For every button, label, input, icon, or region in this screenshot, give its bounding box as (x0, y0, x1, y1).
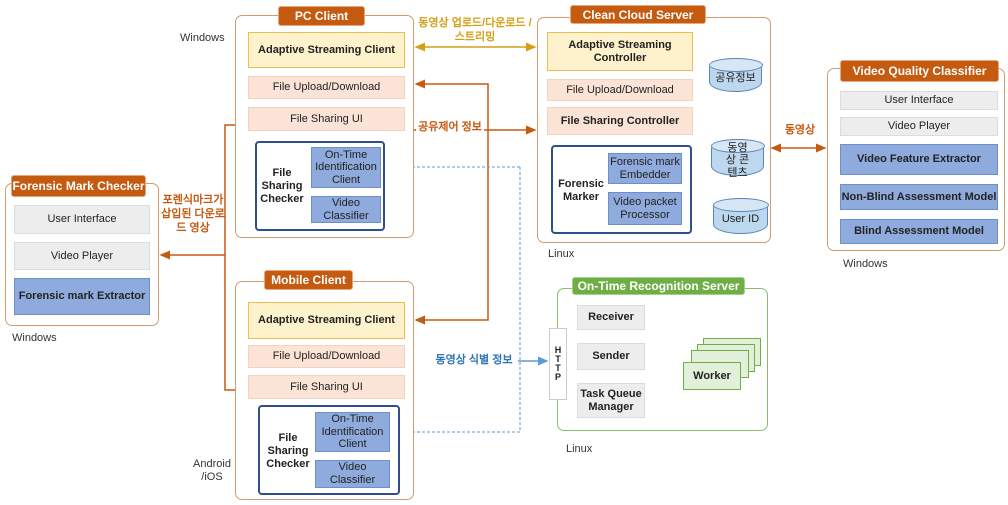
db-share-label: 공유정보 (715, 71, 756, 84)
sender: Sender (577, 343, 645, 370)
cloud-asc: Adaptive Streaming Controller (547, 32, 693, 71)
pc-vc: Video Classifier (311, 196, 381, 223)
mobile-vc: Video Classifier (315, 460, 390, 488)
vqc-title: Video Quality Classifier (840, 60, 999, 82)
fmc-title: Forensic Mark Checker (11, 175, 146, 197)
video-packet-processor: Video packet Processor (608, 192, 682, 225)
vqc-non-blind: Non-Blind Assessment Model (840, 184, 998, 210)
mobile-client-title: Mobile Client (264, 270, 353, 290)
streaming-label: 동영상 업로드/다운로드 /스트리밍 (418, 17, 532, 43)
vqc-ui: User Interface (840, 91, 998, 110)
receiver: Receiver (577, 305, 645, 330)
fmc-player: Video Player (14, 242, 150, 270)
fm-embedder: Forensic mark Embedder (608, 153, 682, 184)
video-id-label: 동영상 식별 정보 (435, 354, 513, 366)
cloud-fsc: File Sharing Controller (547, 107, 693, 135)
vqc-blind: Blind Assessment Model (840, 219, 998, 244)
mobile-os: Android /iOS (193, 458, 231, 484)
forensic-video-label: 포렌식마크가 삽입된 다운로드 영상 (161, 194, 225, 234)
vqc-feature-extractor: Video Feature Extractor (840, 144, 998, 175)
pc-fsui: File Sharing UI (248, 107, 405, 131)
db-video-label: 동영상 콘텐츠 (725, 141, 750, 179)
fm-label: Forensic Marker (558, 178, 604, 204)
cloud-title: Clean Cloud Server (570, 5, 706, 24)
pc-asc: Adaptive Streaming Client (248, 32, 405, 68)
mobile-fsc-label: File Sharing Checker (266, 432, 310, 471)
mobile-otic: On-Time Identification Client (315, 412, 390, 452)
db-user-label: User ID (721, 212, 760, 225)
vqc-os: Windows (843, 258, 888, 270)
fmc-os: Windows (12, 332, 57, 344)
otrs-os: Linux (566, 443, 593, 455)
worker: Worker (683, 362, 741, 390)
vqc-player: Video Player (840, 117, 998, 136)
mobile-fsui: File Sharing UI (248, 375, 405, 399)
pc-client-title: PC Client (278, 6, 365, 26)
mobile-fud: File Upload/Download (248, 345, 405, 368)
task-queue-manager: Task Queue Manager (577, 383, 645, 418)
pc-fsc-label: File Sharing Checker (260, 167, 304, 206)
http-endpoint: HTTP (549, 328, 567, 400)
pc-fud: File Upload/Download (248, 76, 405, 99)
cloud-fud: File Upload/Download (547, 79, 693, 101)
video-label: 동영상 (784, 124, 816, 136)
clients-link-line (224, 124, 235, 391)
cloud-os: Linux (548, 248, 575, 260)
otrs-title: On-Time Recognition Server (572, 277, 745, 295)
db-user-id: User ID (712, 198, 769, 234)
mobile-asc: Adaptive Streaming Client (248, 302, 405, 339)
db-video-content: 동영상 콘텐츠 (710, 139, 765, 179)
fmc-ui: User Interface (14, 205, 150, 234)
fmc-extractor: Forensic mark Extractor (14, 278, 150, 315)
pc-os: Windows (180, 32, 225, 44)
share-ctrl-label: 공유제어 정보 (416, 121, 484, 135)
db-share-info: 공유정보 (708, 58, 763, 92)
pc-otic: On-Time Identification Client (311, 147, 381, 188)
